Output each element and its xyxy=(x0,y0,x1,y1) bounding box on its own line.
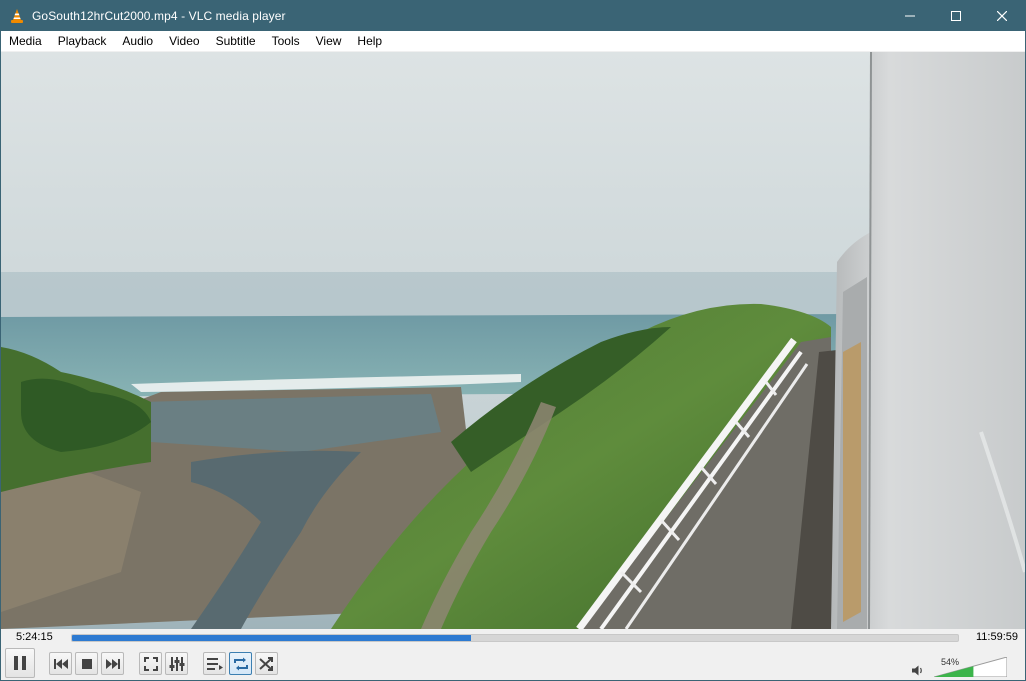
playlist-icon xyxy=(206,657,223,670)
menu-view[interactable]: View xyxy=(308,31,350,52)
menu-subtitle[interactable]: Subtitle xyxy=(208,31,264,52)
menu-tools[interactable]: Tools xyxy=(264,31,308,52)
pause-icon xyxy=(14,656,26,670)
seek-bar-progress xyxy=(72,635,471,641)
extended-settings-icon xyxy=(169,656,184,671)
menu-video[interactable]: Video xyxy=(161,31,207,52)
total-time[interactable]: 11:59:59 xyxy=(976,631,1018,643)
pause-button[interactable] xyxy=(5,648,35,678)
menu-playback[interactable]: Playback xyxy=(50,31,115,52)
stop-icon xyxy=(81,658,92,669)
next-button[interactable] xyxy=(101,652,124,675)
seek-row: 5:24:15 11:59:59 xyxy=(1,629,1025,647)
maximize-button[interactable] xyxy=(933,1,979,31)
window-controls xyxy=(887,1,1025,31)
extended-settings-button[interactable] xyxy=(165,652,188,675)
next-icon xyxy=(105,658,120,669)
loop-icon xyxy=(233,657,248,670)
menu-bar: Media Playback Audio Video Subtitle Tool… xyxy=(1,31,1025,52)
video-display[interactable] xyxy=(1,52,1025,629)
random-button[interactable] xyxy=(255,652,278,675)
vlc-window: GoSouth12hrCut2000.mp4 - VLC media playe… xyxy=(0,0,1026,681)
video-frame xyxy=(1,52,1025,629)
vlc-cone-icon xyxy=(11,9,23,23)
maximize-icon xyxy=(951,11,961,21)
previous-icon xyxy=(53,658,68,669)
loop-button[interactable] xyxy=(229,652,252,675)
minimize-button[interactable] xyxy=(887,1,933,31)
elapsed-time[interactable]: 5:24:15 xyxy=(16,631,53,643)
speaker-icon[interactable] xyxy=(912,665,924,676)
title-bar[interactable]: GoSouth12hrCut2000.mp4 - VLC media playe… xyxy=(1,1,1025,31)
control-bar xyxy=(1,647,1025,680)
previous-button[interactable] xyxy=(49,652,72,675)
volume-percentage: 54% xyxy=(941,657,960,667)
shuffle-icon xyxy=(258,656,273,671)
menu-audio[interactable]: Audio xyxy=(114,31,161,52)
stop-button[interactable] xyxy=(75,652,98,675)
playlist-button[interactable] xyxy=(203,652,226,675)
close-icon xyxy=(997,11,1007,21)
minimize-icon xyxy=(905,15,915,17)
close-button[interactable] xyxy=(979,1,1025,31)
fullscreen-button[interactable] xyxy=(139,652,162,675)
window-title: GoSouth12hrCut2000.mp4 - VLC media playe… xyxy=(32,9,286,23)
seek-bar[interactable] xyxy=(71,634,959,642)
fullscreen-icon xyxy=(143,656,158,671)
menu-help[interactable]: Help xyxy=(349,31,390,52)
menu-media[interactable]: Media xyxy=(1,31,50,52)
